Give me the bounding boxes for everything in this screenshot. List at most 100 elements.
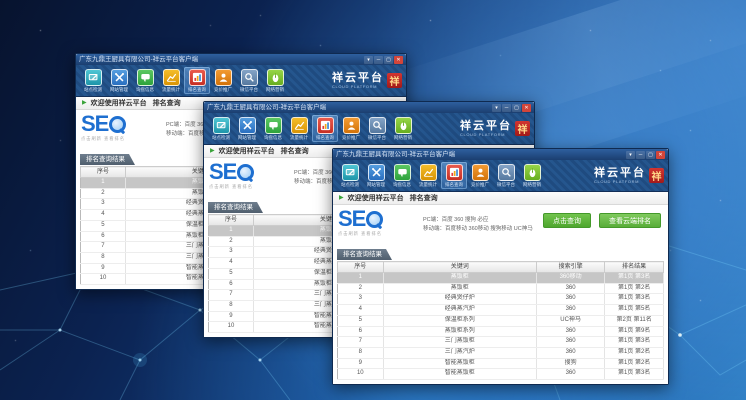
cell-no: 5: [81, 220, 126, 231]
col-header-rank[interactable]: 排名结果: [605, 262, 664, 273]
col-header-no[interactable]: 序号: [338, 262, 384, 273]
app-window-front[interactable]: 广东九鼎王厨具有限公司-祥云平台客户端 ▾ ─ ▢ ✕ 站点检测 网站管理: [332, 148, 669, 385]
window-content: SE 点击刷新 查看排名 PC端：百度 360 搜狗 必应 移动端：百度移动 3…: [333, 205, 668, 384]
close-button[interactable]: ✕: [522, 104, 531, 112]
tab-rank-results[interactable]: 排名查询结果: [208, 202, 263, 213]
table-row[interactable]: 6 蒸饭柜系列 360 第1页 第9名: [338, 326, 664, 337]
cell-keyword: 保温柜系列: [383, 315, 536, 326]
table-row[interactable]: 4 经典蒸汽炉 360 第1页 第5名: [338, 305, 664, 316]
toolbar-item-marketing[interactable]: 网络营销: [390, 115, 416, 142]
maximize-button[interactable]: ▢: [646, 151, 655, 159]
minimize-button[interactable]: ─: [636, 151, 645, 159]
cell-keyword: 智能蒸饭柜: [383, 358, 536, 369]
skin-button[interactable]: ▾: [492, 104, 501, 112]
cell-keyword: 蒸饭柜: [383, 273, 536, 284]
brand-logo: 祥云平台 CLOUD PLATFORM 祥: [594, 168, 664, 184]
view-cloud-rank-button[interactable]: 查看云端排名: [599, 213, 661, 228]
toolbar-item-wechat[interactable]: 微信平台: [493, 162, 519, 189]
cell-no: 1: [338, 273, 384, 284]
query-button[interactable]: 点击查询: [543, 213, 591, 228]
toolbar-item-wechat[interactable]: 微信平台: [236, 67, 262, 94]
toolbar-item-inquiry[interactable]: 询盘信息: [389, 162, 415, 189]
window-title-bar[interactable]: 广东九鼎王厨具有限公司-祥云平台客户端 ▾ ─ ▢ ✕: [204, 102, 534, 113]
toolbar-item-bidding[interactable]: 竞价推广: [467, 162, 493, 189]
toolbar-item-bidding[interactable]: 竞价推广: [338, 115, 364, 142]
cell-engine: 360: [536, 294, 604, 305]
toolbar-item-site-check[interactable]: 站点检测: [337, 162, 363, 189]
traffic-stats-icon: [163, 69, 180, 86]
table-row[interactable]: 7 三门蒸饭柜 360 第1页 第3名: [338, 337, 664, 348]
brand-name: 祥云平台: [460, 121, 512, 132]
close-button[interactable]: ✕: [656, 151, 665, 159]
toolbar-item-traffic[interactable]: 流量统计: [286, 115, 312, 142]
toolbar-item-marketing[interactable]: 网络营销: [519, 162, 545, 189]
toolbar-item-inquiry[interactable]: 询盘信息: [260, 115, 286, 142]
tab-rank-results[interactable]: 排名查询结果: [337, 249, 392, 260]
star-field: [0, 0, 1, 1]
toolbar-item-rank-query[interactable]: 排名查询: [312, 115, 338, 142]
rank-query-icon: [446, 164, 463, 181]
cell-no: 3: [81, 199, 126, 210]
brand-seal-icon: 祥: [515, 121, 530, 136]
col-header-engine[interactable]: 搜索引擎: [536, 262, 604, 273]
skin-button[interactable]: ▾: [364, 56, 373, 64]
welcome-section-label: 排名查询: [153, 98, 181, 108]
table-row[interactable]: 10 智能蒸饭柜 360 第1页 第3名: [338, 369, 664, 380]
col-header-keyword[interactable]: 关键词: [383, 262, 536, 273]
toolbar-item-site-check[interactable]: 站点检测: [208, 115, 234, 142]
site-check-icon: [342, 164, 359, 181]
cell-keyword: 蒸饭柜系列: [383, 326, 536, 337]
brand-subtitle: CLOUD PLATFORM: [460, 132, 512, 137]
toolbar-item-bidding[interactable]: 竞价推广: [210, 67, 236, 94]
cell-engine: 360: [536, 326, 604, 337]
table-row[interactable]: 3 经典煲仔炉 360 第1页 第3名: [338, 294, 664, 305]
cell-engine: 360移动: [536, 273, 604, 284]
toolbar-item-inquiry[interactable]: 询盘信息: [132, 67, 158, 94]
close-button[interactable]: ✕: [394, 56, 403, 64]
cell-keyword: 经典煲仔炉: [383, 294, 536, 305]
toolbar-item-site-manage[interactable]: 网站管理: [106, 67, 132, 94]
col-header-no[interactable]: 序号: [81, 167, 126, 178]
traffic-stats-icon: [291, 117, 308, 134]
brand-logo: 祥云平台 CLOUD PLATFORM 祥: [460, 121, 530, 137]
toolbar-item-traffic[interactable]: 流量统计: [158, 67, 184, 94]
maximize-button[interactable]: ▢: [512, 104, 521, 112]
toolbar-item-site-manage[interactable]: 网站管理: [234, 115, 260, 142]
table-row[interactable]: 8 三门蒸汽炉 360 第1页 第2名: [338, 347, 664, 358]
rank-query-icon: [317, 117, 334, 134]
cell-keyword: 经典蒸汽炉: [383, 305, 536, 316]
green-flag-icon: ▶: [210, 148, 215, 154]
toolbar-item-marketing[interactable]: 网络营销: [262, 67, 288, 94]
window-title-bar[interactable]: 广东九鼎王厨具有限公司-祥云平台客户端 ▾ ─ ▢ ✕: [333, 149, 668, 160]
col-header-no[interactable]: 序号: [209, 215, 254, 226]
toolbar-item-site-check[interactable]: 站点检测: [80, 67, 106, 94]
minimize-button[interactable]: ─: [374, 56, 383, 64]
cell-rank: 第1页 第9名: [605, 326, 664, 337]
main-toolbar: 站点检测 网站管理 询盘信息 流量统计: [76, 65, 406, 97]
table-row[interactable]: 2 蒸饭柜 360 第1页 第2名: [338, 283, 664, 294]
cell-no: 5: [338, 315, 384, 326]
magnifier-icon: [366, 211, 382, 227]
tab-rank-results[interactable]: 排名查询结果: [80, 154, 135, 165]
toolbar-item-rank-query[interactable]: 排名查询: [441, 162, 467, 189]
table-row[interactable]: 1 蒸饭柜 360移动 第1页 第3名: [338, 273, 664, 284]
window-title-bar[interactable]: 广东九鼎王厨具有限公司-祥云平台客户端 ▾ ─ ▢ ✕: [76, 54, 406, 65]
minimize-button[interactable]: ─: [502, 104, 511, 112]
maximize-button[interactable]: ▢: [384, 56, 393, 64]
cell-rank: 第1页 第3名: [605, 337, 664, 348]
magnifier-icon: [237, 164, 253, 180]
table-row[interactable]: 9 智能蒸饭柜 搜狗 第1页 第2名: [338, 358, 664, 369]
toolbar-item-site-manage[interactable]: 网站管理: [363, 162, 389, 189]
site-check-icon: [85, 69, 102, 86]
window-title: 广东九鼎王厨具有限公司-祥云平台客户端: [207, 102, 492, 113]
toolbar-item-wechat[interactable]: 微信平台: [364, 115, 390, 142]
toolbar-item-rank-query[interactable]: 排名查询: [184, 67, 210, 94]
bidding-promo-icon: [343, 117, 360, 134]
toolbar-item-traffic[interactable]: 流量统计: [415, 162, 441, 189]
cell-no: 10: [209, 322, 254, 333]
window-controls: ▾ ─ ▢ ✕: [492, 104, 531, 112]
network-marketing-icon: [395, 117, 412, 134]
cell-no: 6: [338, 326, 384, 337]
table-row[interactable]: 5 保温柜系列 UC神马 第2页 第11名: [338, 315, 664, 326]
skin-button[interactable]: ▾: [626, 151, 635, 159]
